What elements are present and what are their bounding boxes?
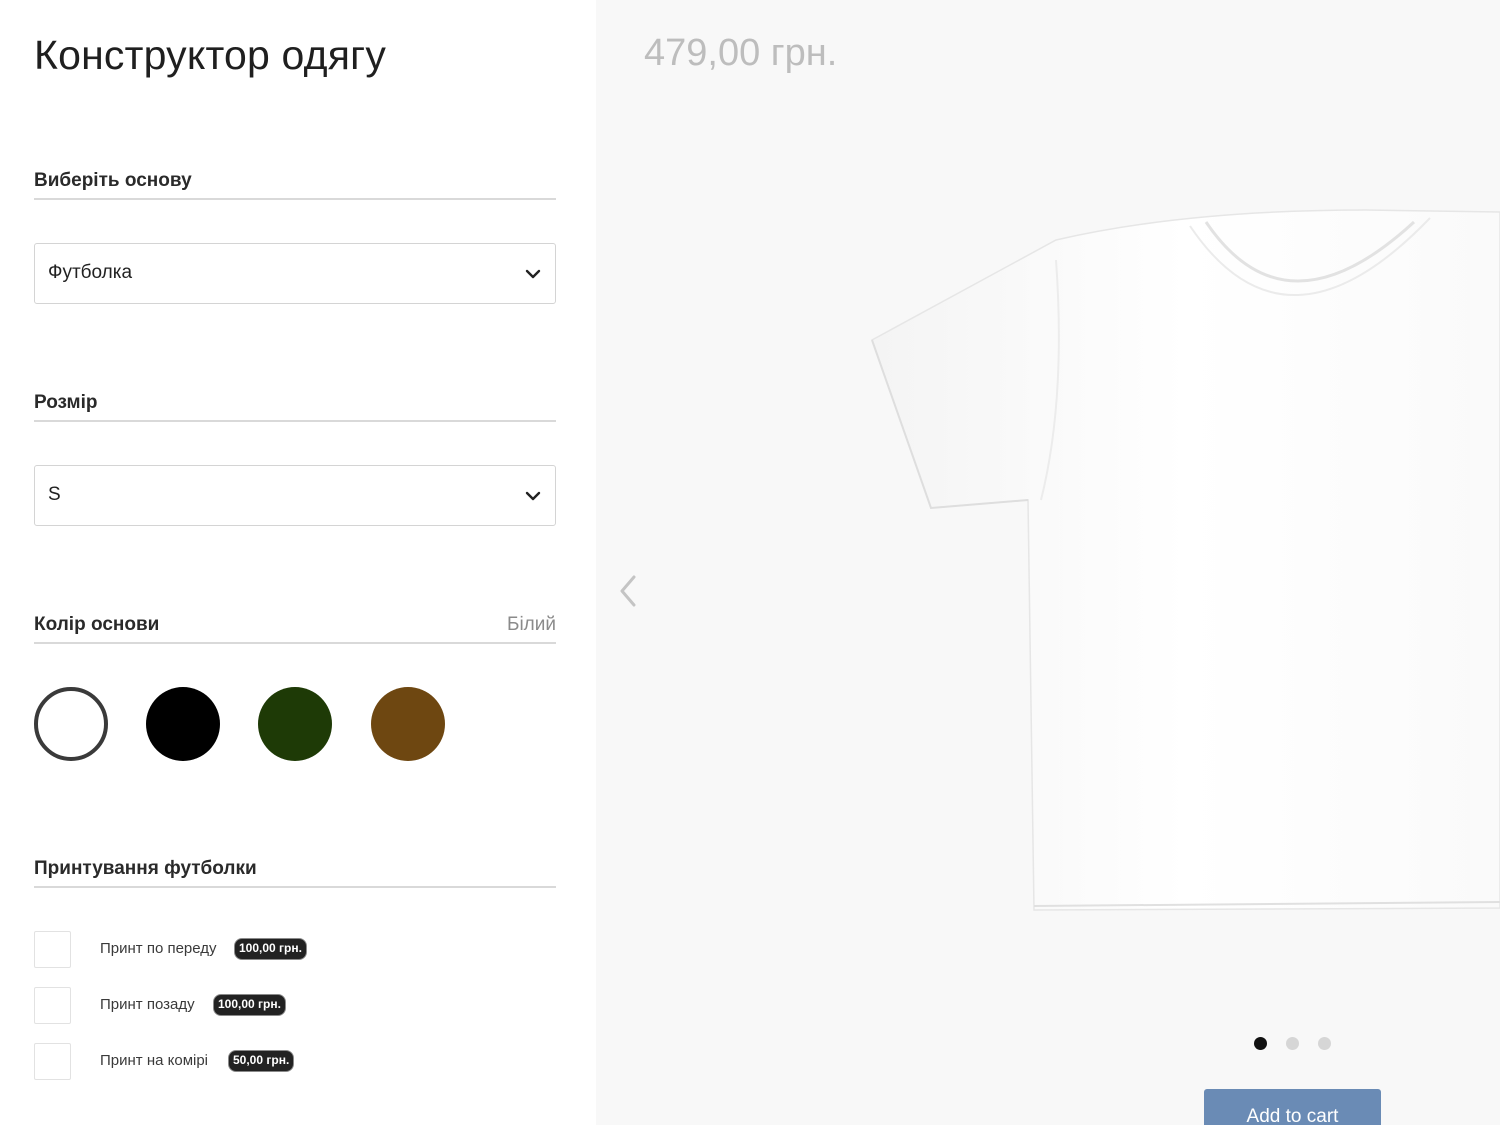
size-section-header: Розмір — [34, 392, 556, 422]
print-front-checkbox[interactable] — [34, 931, 71, 968]
slide-dot-2[interactable] — [1286, 1037, 1299, 1050]
print-back-label: Принт позаду — [100, 996, 195, 1013]
total-price: 479,00 грн. — [644, 32, 838, 74]
add-to-cart-label: Add to cart — [1246, 1106, 1339, 1125]
slide-dot-3[interactable] — [1318, 1037, 1331, 1050]
print-collar-price-badge: 50,00 грн. — [228, 1050, 295, 1072]
print-front-price-badge: 100,00 грн. — [234, 938, 307, 960]
add-to-cart-button[interactable]: Add to cart — [1204, 1089, 1381, 1125]
slider-pagination — [1254, 1037, 1344, 1051]
print-back-price-badge: 100,00 грн. — [213, 994, 286, 1016]
options-panel: Конструктор одягу Виберіть основу Футбол… — [0, 0, 596, 1125]
base-section-label: Виберіть основу — [34, 170, 192, 191]
color-swatch-black[interactable] — [146, 687, 220, 761]
printing-section-label: Принтування футболки — [34, 858, 257, 879]
selected-color-name: Білий — [506, 614, 556, 635]
print-collar-label: Принт на комірі — [100, 1052, 209, 1069]
print-front-label: Принт по переду — [100, 940, 217, 957]
print-collar-checkbox[interactable] — [34, 1043, 71, 1080]
preview-panel: 479,00 грн. Add to cart — [596, 0, 1500, 1125]
color-swatch-dark-green[interactable] — [258, 687, 332, 761]
clothing-constructor-page: Конструктор одягу Виберіть основу Футбол… — [0, 0, 1500, 1125]
color-section-header: Колір основи Білий — [34, 614, 556, 644]
chevron-left-icon[interactable] — [616, 573, 642, 609]
page-title: Конструктор одягу — [34, 32, 387, 78]
size-section-label: Розмір — [34, 392, 98, 413]
printing-section-header: Принтування футболки — [34, 858, 556, 888]
base-section-header: Виберіть основу — [34, 170, 556, 200]
slide-dot-1[interactable] — [1254, 1037, 1267, 1050]
chevron-down-icon — [525, 269, 541, 279]
size-select-value: S — [48, 484, 61, 505]
tshirt-image — [871, 209, 1500, 911]
color-swatch-white[interactable] — [34, 687, 108, 761]
chevron-down-icon — [525, 491, 541, 501]
print-back-checkbox[interactable] — [34, 987, 71, 1024]
base-select[interactable]: Футболка — [34, 243, 556, 304]
base-select-value: Футболка — [48, 262, 133, 283]
color-section-label: Колір основи — [34, 614, 160, 635]
color-swatch-brown[interactable] — [371, 687, 445, 761]
size-select[interactable]: S — [34, 465, 556, 526]
